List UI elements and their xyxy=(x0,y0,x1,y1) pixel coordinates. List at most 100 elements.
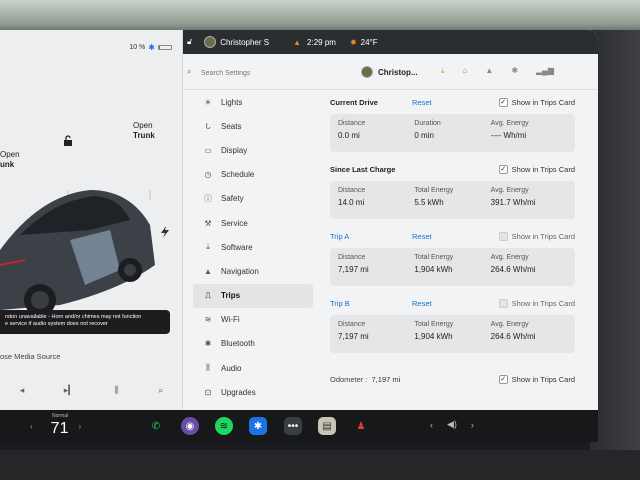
nav-item-audio[interactable]: ⫼ Audio xyxy=(193,356,313,380)
open-frunk-button[interactable]: Open unk xyxy=(0,150,20,170)
nav-item-bluetooth[interactable]: ✱ Bluetooth xyxy=(193,332,313,356)
battery-icon xyxy=(158,45,172,50)
alert-icon[interactable]: ▲ xyxy=(293,38,301,47)
search-icon: ⌕ xyxy=(187,67,192,76)
trip-a-section: Trip A Reset Show in Trips Card Distance… xyxy=(330,228,575,295)
download-update-icon[interactable]: ⤓ xyxy=(441,66,445,76)
trip-b-total-energy: 1,904 kWh xyxy=(414,332,453,341)
trip-b-trips-card-checkbox[interactable]: Show in Trips Card xyxy=(498,298,575,308)
warning-line-2: e service if audio system does not recov… xyxy=(5,321,108,327)
profile-button[interactable]: Christopher S xyxy=(204,36,269,48)
nav-item-trips[interactable]: ⎍ Trips xyxy=(193,283,313,308)
temp-down-chevron-icon[interactable]: ‹ xyxy=(30,422,33,431)
sun-icon: ✹ xyxy=(349,37,357,47)
search-settings-input[interactable] xyxy=(201,66,331,80)
volume-up-chevron-icon[interactable]: › xyxy=(471,420,474,430)
climate-mode-label: Normal xyxy=(52,413,69,419)
odometer-label: Odometer : xyxy=(330,374,368,384)
previous-icon[interactable]: ◂ xyxy=(20,385,25,396)
stat-label: Distance xyxy=(338,120,366,127)
header-profile-button[interactable]: Christop... xyxy=(361,66,418,78)
bottom-dock: Normal ‹ 71 › ✆ ◉ ≋ ✱ ••• ▤ ♟ ‹ ◀) › xyxy=(0,410,598,442)
choose-media-source[interactable]: ose Media Source xyxy=(0,352,60,361)
current-drive-title: Current Drive xyxy=(330,97,378,107)
nav-label: Navigation xyxy=(221,266,259,276)
nav-item-seats[interactable]: ᒐ Seats xyxy=(193,114,313,138)
audio-icon: ⫼ xyxy=(206,363,210,373)
phone-icon[interactable]: ✆ xyxy=(147,417,165,435)
current-drive-reset-button[interactable]: Reset xyxy=(412,98,482,107)
nav-item-wifi[interactable]: ≋ Wi-Fi xyxy=(193,308,313,332)
header-icons: ⤓ ⌂ ▲ ✱ ▂▄▆ xyxy=(441,66,554,76)
trip-a-reset-button[interactable]: Reset xyxy=(412,232,482,241)
camera-icon[interactable]: ◉ xyxy=(181,417,199,435)
speaker-icon[interactable]: ◀) xyxy=(447,419,457,430)
since-last-charge-section: Since Last Charge ✓ Show in Trips Card D… xyxy=(330,161,575,228)
nav-item-safety[interactable]: ⓘ Safety xyxy=(193,187,313,211)
nav-item-service[interactable]: ⚒ Service xyxy=(193,211,313,235)
spotify-icon[interactable]: ≋ xyxy=(215,417,233,435)
header-avatar xyxy=(361,66,373,78)
trip-b-avg-energy: 264.6 Wh/mi xyxy=(490,332,536,341)
touchscreen: 10 % ✱ Open unk Open Trunk rston unavail… xyxy=(0,30,598,442)
more-apps-icon[interactable]: ••• xyxy=(284,417,302,435)
current-drive-section: Current Drive Reset ✓ Show in Trips Card… xyxy=(330,94,575,161)
console-background xyxy=(0,450,640,480)
trips-card-label: Show in Trips Card xyxy=(511,374,575,384)
nav-item-schedule[interactable]: ◷ Schedule xyxy=(193,163,313,187)
display-icon: ▭ xyxy=(204,145,212,155)
audio-warning-banner[interactable]: rston unavailable - Horn and/or chimes m… xyxy=(0,310,170,334)
avatar xyxy=(204,36,217,48)
trips-content: Current Drive Reset ✓ Show in Trips Card… xyxy=(330,94,575,386)
nav-label: Trips xyxy=(221,291,241,301)
nav-item-upgrades[interactable]: ⊡ Upgrades xyxy=(193,380,313,404)
volume-control: ‹ ◀) › xyxy=(430,419,474,430)
volume-down-chevron-icon[interactable]: ‹ xyxy=(430,420,433,430)
profile-name: Christopher S xyxy=(220,37,270,47)
car-panel: 10 % ✱ Open unk Open Trunk rston unavail… xyxy=(0,30,183,410)
trip-b-section: Trip B Reset Show in Trips Card Distance… xyxy=(330,295,575,362)
nav-label: Schedule xyxy=(221,170,255,180)
bluetooth-header-icon[interactable]: ✱ xyxy=(511,66,518,76)
nav-label: Lights xyxy=(221,97,243,107)
checkbox-checked-icon: ✓ xyxy=(498,164,508,174)
nav-item-lights[interactable]: ☀ Lights xyxy=(193,90,313,114)
open-trunk-button[interactable]: Open Trunk xyxy=(133,121,155,141)
nav-label: Audio xyxy=(221,363,242,373)
battery-readout: 10 % ✱ xyxy=(129,43,172,52)
current-drive-trips-card-checkbox[interactable]: ✓ Show in Trips Card xyxy=(498,97,575,107)
temp-up-chevron-icon[interactable]: › xyxy=(78,422,81,431)
current-drive-distance: 0.0 mi xyxy=(338,131,360,140)
equalizer-icon[interactable]: ⫼ xyxy=(115,385,119,396)
nav-item-software[interactable]: ⤓ Software xyxy=(193,235,313,259)
bluetooth-dock-icon[interactable]: ✱ xyxy=(249,417,267,435)
nav-label: Safety xyxy=(221,194,244,204)
nav-item-display[interactable]: ▭ Display xyxy=(193,138,313,162)
trips-card-label: Show in Trips Card xyxy=(511,164,575,174)
battery-fill xyxy=(159,46,161,49)
media-search-icon[interactable]: ⌕ xyxy=(158,385,163,396)
odometer-trips-card-checkbox[interactable]: ✓ Show in Trips Card xyxy=(498,374,575,384)
trips-card-label: Show in Trips Card xyxy=(511,231,575,241)
car-image[interactable] xyxy=(0,190,170,330)
upgrades-icon: ⊡ xyxy=(204,387,212,397)
lock-icon[interactable] xyxy=(62,135,74,147)
trip-b-reset-button[interactable]: Reset xyxy=(412,299,482,308)
open-frunk-label-2: unk xyxy=(0,160,15,169)
notification-bell-icon[interactable]: ▲ xyxy=(485,66,493,76)
trip-a-trips-card-checkbox[interactable]: Show in Trips Card xyxy=(498,231,575,241)
stat-label: Total Energy xyxy=(414,254,454,261)
since-last-charge-trips-card-checkbox[interactable]: ✓ Show in Trips Card xyxy=(498,164,575,174)
since-last-charge-title: Since Last Charge xyxy=(330,164,396,174)
climate-control[interactable]: Normal ‹ 71 › xyxy=(30,410,100,442)
lights-icon: ☀ xyxy=(204,97,212,107)
nav-item-navigation[interactable]: ▲ Navigation xyxy=(193,259,313,283)
joystick-icon[interactable]: ♟ xyxy=(352,417,370,435)
lock-status-icon[interactable]: 🔓︎ xyxy=(187,37,192,47)
notes-icon[interactable]: ▤ xyxy=(318,417,336,435)
stat-label: Duration xyxy=(414,120,441,127)
trip-a-distance: 7,197 mi xyxy=(338,265,369,274)
homelink-icon[interactable]: ⌂ xyxy=(463,66,468,76)
since-last-charge-total-energy: 5.5 kWh xyxy=(414,198,444,207)
next-track-icon[interactable]: ▸▎ xyxy=(64,385,75,396)
